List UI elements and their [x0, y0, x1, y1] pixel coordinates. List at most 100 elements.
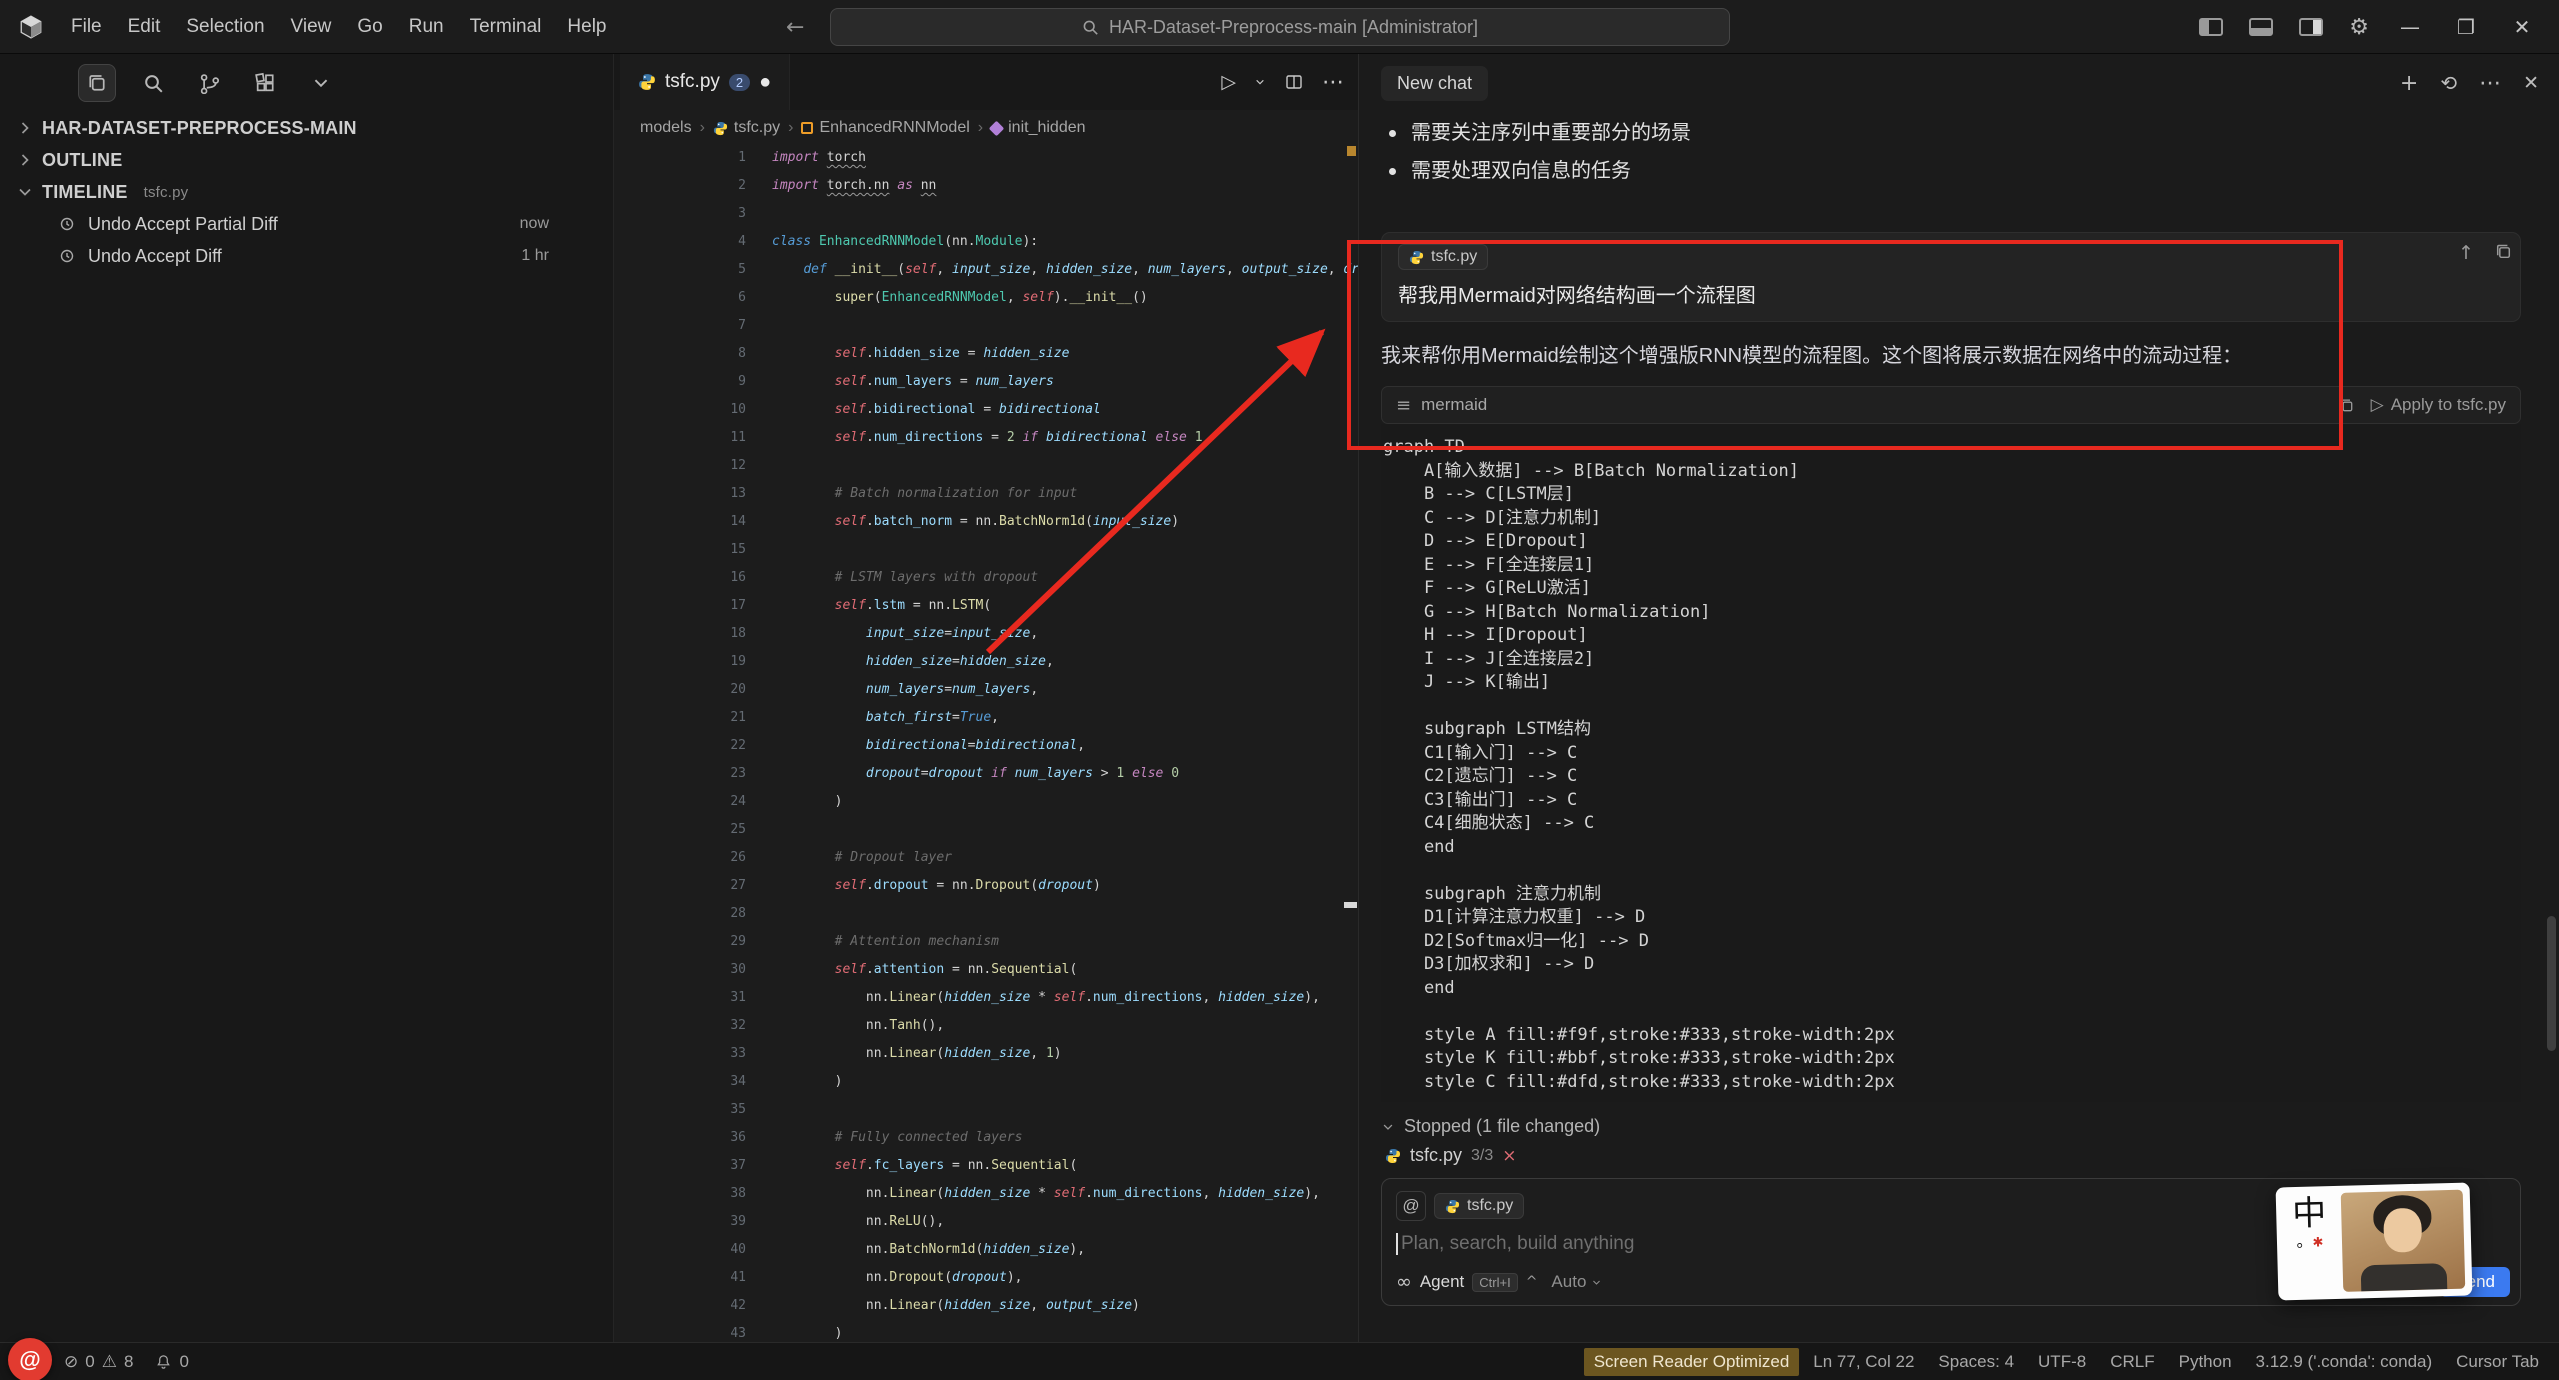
- new-chat-plus-icon[interactable]: +: [2400, 71, 2418, 96]
- input-context-file-chip[interactable]: tsfc.py: [1434, 1193, 1524, 1219]
- split-editor-icon[interactable]: [1284, 72, 1304, 92]
- menu-item-view[interactable]: View: [278, 10, 345, 44]
- model-selector[interactable]: Auto: [1551, 1272, 1602, 1292]
- code-line: 38 nn.Linear(hidden_size * self.num_dire…: [614, 1186, 1358, 1214]
- explorer-icon[interactable]: [78, 64, 116, 102]
- chat-more-actions-icon[interactable]: ⋯: [2479, 71, 2501, 96]
- status-item[interactable]: Ln 77, Col 22: [1803, 1348, 1924, 1376]
- line-number: 5: [614, 262, 764, 290]
- copy-icon[interactable]: [2494, 242, 2513, 261]
- timeline-item-label: Undo Accept Partial Diff: [88, 214, 508, 235]
- code-line: 29 # Attention mechanism: [614, 934, 1358, 962]
- reject-file-icon[interactable]: ×: [1502, 1146, 1516, 1166]
- toggle-panel-icon[interactable]: [2249, 18, 2273, 36]
- editor-more-actions-icon[interactable]: ⋯: [1322, 70, 1344, 95]
- breadcrumb-item-class[interactable]: EnhancedRNNModel: [801, 119, 969, 137]
- line-number: 18: [614, 626, 764, 654]
- code-editor[interactable]: 1import torch2import torch.nn as nn34cla…: [614, 146, 1358, 1342]
- status-item[interactable]: Cursor Tab: [2446, 1348, 2549, 1376]
- window-close-button[interactable]: ✕: [2507, 15, 2537, 39]
- chat-tab-new-chat[interactable]: New chat: [1381, 66, 1488, 101]
- modified-dot-icon[interactable]: ●: [759, 72, 771, 92]
- status-item[interactable]: Screen Reader Optimized: [1584, 1348, 1800, 1376]
- timeline-item[interactable]: Undo Accept Diff1 hr: [0, 240, 613, 272]
- sidebar-section-project[interactable]: HAR-DATASET-PREPROCESS-MAIN: [0, 112, 613, 144]
- shortcut-badge: Ctrl+I: [1472, 1273, 1517, 1292]
- status-item[interactable]: Python: [2169, 1348, 2242, 1376]
- menu-item-go[interactable]: Go: [344, 10, 395, 44]
- chat-input-placeholder[interactable]: Plan, search, build anything: [1401, 1233, 1634, 1255]
- line-number: 17: [614, 598, 764, 626]
- status-item[interactable]: UTF-8: [2028, 1348, 2096, 1376]
- source-control-icon[interactable]: [190, 64, 228, 102]
- chevron-right-icon: [16, 151, 34, 169]
- scroll-up-icon[interactable]: ↑: [2458, 242, 2474, 264]
- menu-item-selection[interactable]: Selection: [173, 10, 277, 44]
- menu-item-help[interactable]: Help: [554, 10, 619, 44]
- chat-scrollbar-thumb[interactable]: [2547, 916, 2556, 1051]
- chat-conversation[interactable]: 需要关注序列中重要部分的场景需要处理双向信息的任务 ↑ tsfc.py 帮我用M…: [1359, 104, 2559, 1342]
- window-maximize-button[interactable]: ❐: [2451, 15, 2481, 39]
- editor-group: tsfc.py 2 ● ▷ ⋯ models › tsfc.py › Enhan…: [614, 54, 1358, 1342]
- chevron-down-icon[interactable]: [302, 64, 340, 102]
- menu-item-terminal[interactable]: Terminal: [457, 10, 555, 44]
- tab-tsfc-py[interactable]: tsfc.py 2 ●: [620, 54, 790, 110]
- line-number: 12: [614, 458, 764, 486]
- play-icon: ▷: [2371, 395, 2384, 415]
- run-dropdown-icon[interactable]: [1254, 76, 1266, 88]
- floating-app-badge[interactable]: @: [8, 1338, 52, 1380]
- run-python-file-button[interactable]: ▷: [1221, 71, 1236, 93]
- line-number: 13: [614, 486, 764, 514]
- code-line: 18 input_size=input_size,: [614, 626, 1358, 654]
- chat-close-icon[interactable]: ✕: [2523, 72, 2539, 94]
- titlebar: FileEditSelectionViewGoRunTerminalHelp ←…: [0, 0, 2559, 54]
- toggle-sidebar-icon[interactable]: [2199, 18, 2223, 36]
- person-face: [2383, 1208, 2422, 1253]
- search-icon: [1081, 18, 1099, 36]
- changed-file-row[interactable]: tsfc.py 3/3 ×: [1381, 1145, 2521, 1166]
- context-file-chip[interactable]: tsfc.py: [1398, 244, 1488, 270]
- line-number: 38: [614, 1186, 764, 1214]
- statusbar-right: Screen Reader OptimizedLn 77, Col 22Spac…: [1584, 1348, 2549, 1376]
- code-line: 37 self.fc_layers = nn.Sequential(: [614, 1158, 1358, 1186]
- status-item[interactable]: 3.12.9 ('.conda': conda): [2246, 1348, 2443, 1376]
- menu-item-edit[interactable]: Edit: [115, 10, 174, 44]
- line-number: 34: [614, 1074, 764, 1102]
- settings-gear-icon[interactable]: ⚙: [2349, 15, 2369, 40]
- sidebar-section-outline[interactable]: OUTLINE: [0, 144, 613, 176]
- breadcrumb-item-file[interactable]: tsfc.py: [713, 119, 780, 137]
- status-item[interactable]: CRLF: [2100, 1348, 2164, 1376]
- agent-mode-selector[interactable]: ∞ Agent Ctrl+I ^: [1396, 1271, 1537, 1293]
- line-number: 32: [614, 1018, 764, 1046]
- command-center-search[interactable]: HAR-Dataset-Preprocess-main [Administrat…: [830, 8, 1730, 46]
- generation-status-row[interactable]: Stopped (1 file changed): [1381, 1116, 2521, 1137]
- line-number: 28: [614, 906, 764, 934]
- menu-item-file[interactable]: File: [58, 10, 115, 44]
- status-item[interactable]: Spaces: 4: [1928, 1348, 2024, 1376]
- bell-count: 0: [179, 1352, 188, 1372]
- tab-edit-badge: 2: [729, 74, 750, 91]
- mermaid-line: D1[计算注意力权重] --> D: [1383, 906, 2521, 930]
- apply-to-file-button[interactable]: ▷ Apply to tsfc.py: [2371, 395, 2506, 415]
- timeline-section-label: TIMELINE: [42, 182, 128, 203]
- add-context-button[interactable]: @: [1396, 1191, 1426, 1221]
- extensions-icon[interactable]: [246, 64, 284, 102]
- toggle-secondary-sidebar-icon[interactable]: [2299, 18, 2323, 36]
- code-line: 40 nn.BatchNorm1d(hidden_size),: [614, 1242, 1358, 1270]
- timeline-item[interactable]: Undo Accept Partial Diffnow: [0, 208, 613, 240]
- mermaid-line: B --> C[LSTM层]: [1383, 483, 2521, 507]
- problems-indicator[interactable]: ⊘ 0 ⚠ 8: [64, 1352, 133, 1372]
- sidebar-section-timeline[interactable]: TIMELINE tsfc.py: [0, 176, 613, 208]
- breadcrumb-item-method[interactable]: init_hidden: [991, 119, 1085, 137]
- nav-back-icon[interactable]: ←: [786, 15, 804, 40]
- menu-item-run[interactable]: Run: [396, 10, 457, 44]
- mermaid-line: graph TD: [1383, 436, 2521, 460]
- search-icon[interactable]: [134, 64, 172, 102]
- copy-code-icon[interactable]: [2338, 397, 2355, 414]
- breadcrumb-item-models[interactable]: models: [640, 119, 692, 137]
- line-number: 23: [614, 766, 764, 794]
- bell-indicator[interactable]: 0: [155, 1352, 188, 1372]
- photo-overlay: 中 。✱: [2276, 1182, 2473, 1300]
- window-minimize-button[interactable]: —: [2395, 15, 2425, 39]
- chat-history-icon[interactable]: ⟲: [2440, 71, 2457, 95]
